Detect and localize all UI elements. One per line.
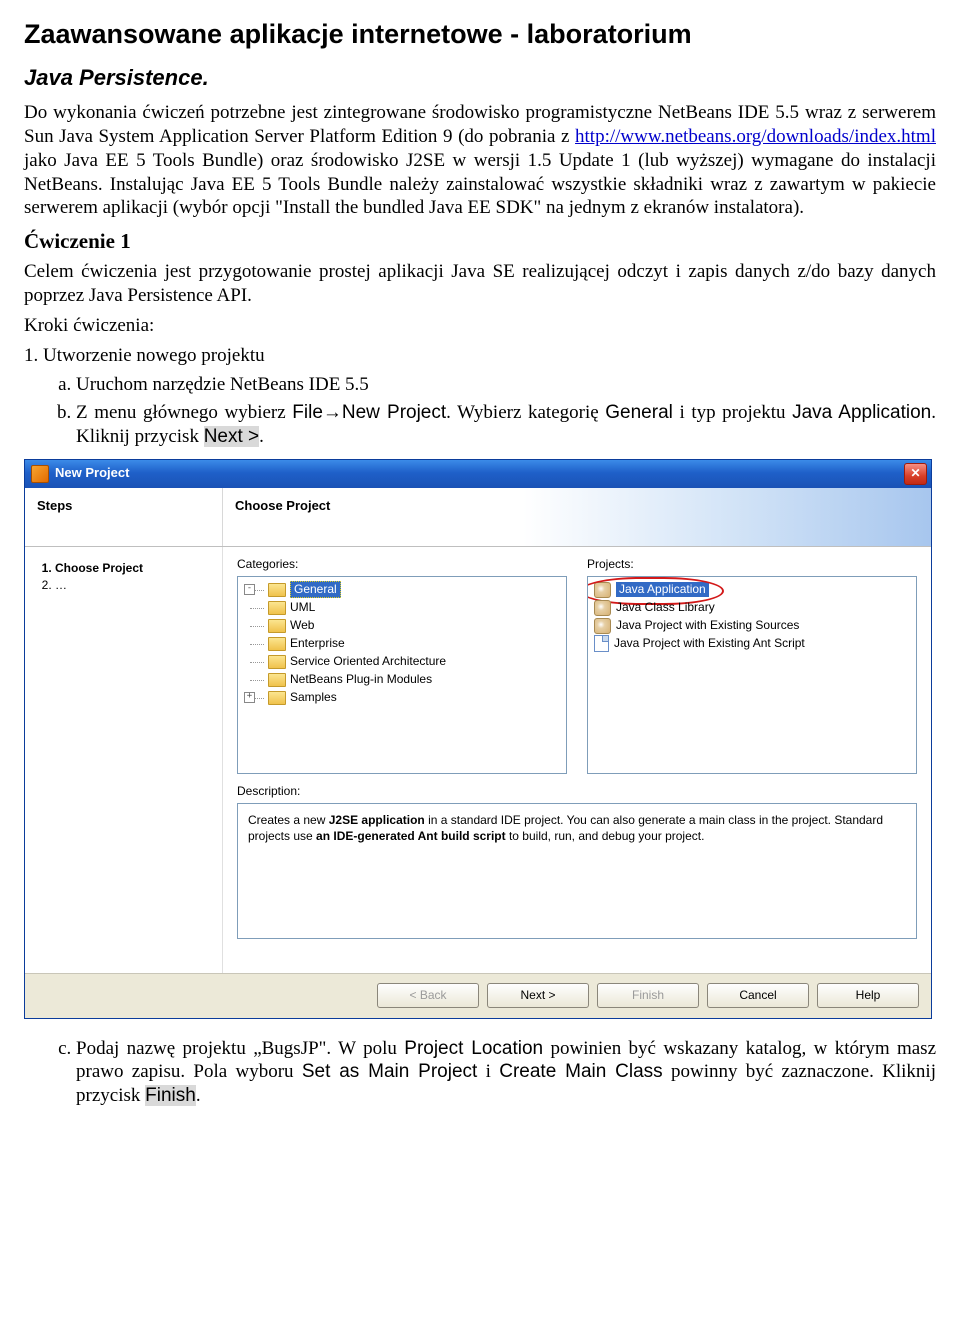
choose-pane: Categories: - General UML Web Enterprise Serv… bbox=[223, 547, 931, 973]
expand-icon[interactable]: + bbox=[244, 692, 255, 703]
titlebar[interactable]: New Project ✕ bbox=[25, 460, 931, 488]
folder-icon bbox=[268, 601, 286, 615]
menu-path: File→New Project bbox=[292, 402, 446, 423]
java-icon bbox=[594, 618, 611, 634]
folder-icon bbox=[268, 583, 286, 597]
steps-label: Kroki ćwiczenia: bbox=[24, 314, 936, 338]
category-item[interactable]: NetBeans Plug-in Modules bbox=[240, 671, 564, 689]
next-button-mention: Next > bbox=[204, 426, 259, 447]
finish-button[interactable]: Finish bbox=[597, 983, 699, 1008]
category-label: General bbox=[290, 581, 341, 598]
close-icon[interactable]: ✕ bbox=[904, 463, 927, 485]
projects-label: Projects: bbox=[587, 557, 917, 572]
step-1b: Z menu głównego wybierz File→New Project… bbox=[76, 401, 936, 449]
page-subtitle: Java Persistence. bbox=[24, 64, 936, 92]
step1c-pre: Podaj nazwę projektu „BugsJP". W polu bbox=[76, 1038, 404, 1059]
project-label: Java Project with Existing Sources bbox=[616, 618, 799, 633]
folder-icon bbox=[268, 637, 286, 651]
folder-icon bbox=[268, 619, 286, 633]
java-icon bbox=[594, 600, 611, 616]
step-1-substeps-continued: Podaj nazwę projektu „BugsJP". W polu Pr… bbox=[24, 1037, 936, 1108]
exercise-heading: Ćwiczenie 1 bbox=[24, 228, 936, 254]
folder-icon bbox=[268, 691, 286, 705]
choose-header: Choose Project bbox=[223, 488, 931, 546]
step1b-period: . bbox=[259, 426, 264, 447]
category-label: Enterprise bbox=[290, 636, 345, 651]
wizard-step: … bbox=[55, 578, 212, 593]
banner: Steps Choose Project bbox=[25, 488, 931, 547]
step1c-and: i bbox=[477, 1061, 499, 1082]
categories-listbox[interactable]: - General UML Web Enterprise Service Oriented… bbox=[237, 576, 567, 774]
step-1c: Podaj nazwę projektu „BugsJP". W polu Pr… bbox=[76, 1037, 936, 1108]
checkbox-create-main: Create Main Class bbox=[499, 1061, 662, 1082]
folder-icon bbox=[268, 655, 286, 669]
category-label: UML bbox=[290, 600, 315, 615]
steps-header: Steps bbox=[25, 488, 223, 546]
category-item[interactable]: + Samples bbox=[240, 689, 564, 707]
category-label: Samples bbox=[290, 690, 337, 705]
project-item[interactable]: Java Project with Existing Sources bbox=[590, 617, 914, 635]
project-label: Java Project with Existing Ant Script bbox=[614, 636, 805, 651]
step1b-mid: . Wybierz kategorię bbox=[446, 402, 605, 423]
downloads-link[interactable]: http://www.netbeans.org/downloads/index.… bbox=[575, 126, 936, 147]
step-1: 1. Utworzenie nowego projektu bbox=[24, 344, 936, 368]
projects-listbox[interactable]: Java Application Java Class Library Java P… bbox=[587, 576, 917, 774]
projtype-javaapp: Java Application bbox=[792, 402, 931, 423]
help-button[interactable]: Help bbox=[817, 983, 919, 1008]
window-title: New Project bbox=[55, 465, 904, 481]
folder-icon bbox=[268, 673, 286, 687]
category-item[interactable]: Enterprise bbox=[240, 635, 564, 653]
app-icon bbox=[31, 465, 49, 483]
category-item[interactable]: - General bbox=[240, 581, 564, 599]
new-project-dialog: New Project ✕ Steps Choose Project Choos… bbox=[24, 459, 932, 1019]
category-item[interactable]: Service Oriented Architecture bbox=[240, 653, 564, 671]
ant-script-icon bbox=[594, 635, 609, 652]
step1c-period: . bbox=[196, 1085, 201, 1106]
category-label: Service Oriented Architecture bbox=[290, 654, 446, 669]
step-1-substeps: Uruchom narzędzie NetBeans IDE 5.5 Z men… bbox=[24, 373, 936, 448]
checkbox-set-main: Set as Main Project bbox=[302, 1061, 477, 1082]
category-label: NetBeans Plug-in Modules bbox=[290, 672, 432, 687]
back-button[interactable]: < Back bbox=[377, 983, 479, 1008]
categories-column: Categories: - General UML Web Enterprise Serv… bbox=[237, 557, 567, 774]
project-item[interactable]: Java Class Library bbox=[590, 599, 914, 617]
collapse-icon[interactable]: - bbox=[244, 584, 255, 595]
project-label: Java Class Library bbox=[616, 600, 715, 615]
categories-label: Categories: bbox=[237, 557, 567, 572]
exercise-description: Celem ćwiczenia jest przygotowanie prost… bbox=[24, 260, 936, 308]
intro-text-2: jako Java EE 5 Tools Bundle) oraz środow… bbox=[24, 150, 936, 219]
field-project-location: Project Location bbox=[404, 1038, 543, 1059]
lists-row: Categories: - General UML Web Enterprise Serv… bbox=[237, 557, 917, 774]
dialog-main: Choose Project … Categories: - General UML W… bbox=[25, 547, 931, 973]
next-button[interactable]: Next > bbox=[487, 983, 589, 1008]
cancel-button[interactable]: Cancel bbox=[707, 983, 809, 1008]
project-item[interactable]: Java Application bbox=[590, 581, 914, 599]
category-general: General bbox=[605, 402, 673, 423]
wizard-step: Choose Project bbox=[55, 561, 212, 576]
project-item[interactable]: Java Project with Existing Ant Script bbox=[590, 635, 914, 653]
description-box: Creates a new J2SE application in a stan… bbox=[237, 803, 917, 939]
description-area: Description: Creates a new J2SE applicat… bbox=[237, 784, 917, 939]
choose-label: Choose Project bbox=[235, 498, 919, 514]
category-label: Web bbox=[290, 618, 314, 633]
step1b-mid2: i typ projektu bbox=[673, 402, 792, 423]
finish-button-mention: Finish bbox=[145, 1085, 196, 1106]
button-bar: < Back Next > Finish Cancel Help bbox=[25, 973, 931, 1018]
step-1a: Uruchom narzędzie NetBeans IDE 5.5 bbox=[76, 373, 936, 397]
java-icon bbox=[594, 582, 611, 598]
description-label: Description: bbox=[237, 784, 917, 799]
steps-pane: Choose Project … bbox=[25, 547, 223, 973]
category-item[interactable]: Web bbox=[240, 617, 564, 635]
projects-column: Projects: Java Application Java Class Lib… bbox=[587, 557, 917, 774]
project-label: Java Application bbox=[616, 582, 709, 597]
step1b-pre: Z menu głównego wybierz bbox=[76, 402, 292, 423]
steps-list: Choose Project … bbox=[35, 561, 212, 593]
intro-paragraph: Do wykonania ćwiczeń potrzebne jest zint… bbox=[24, 101, 936, 220]
page-title: Zaawansowane aplikacje internetowe - lab… bbox=[24, 18, 936, 52]
steps-label: Steps bbox=[37, 498, 210, 514]
category-item[interactable]: UML bbox=[240, 599, 564, 617]
